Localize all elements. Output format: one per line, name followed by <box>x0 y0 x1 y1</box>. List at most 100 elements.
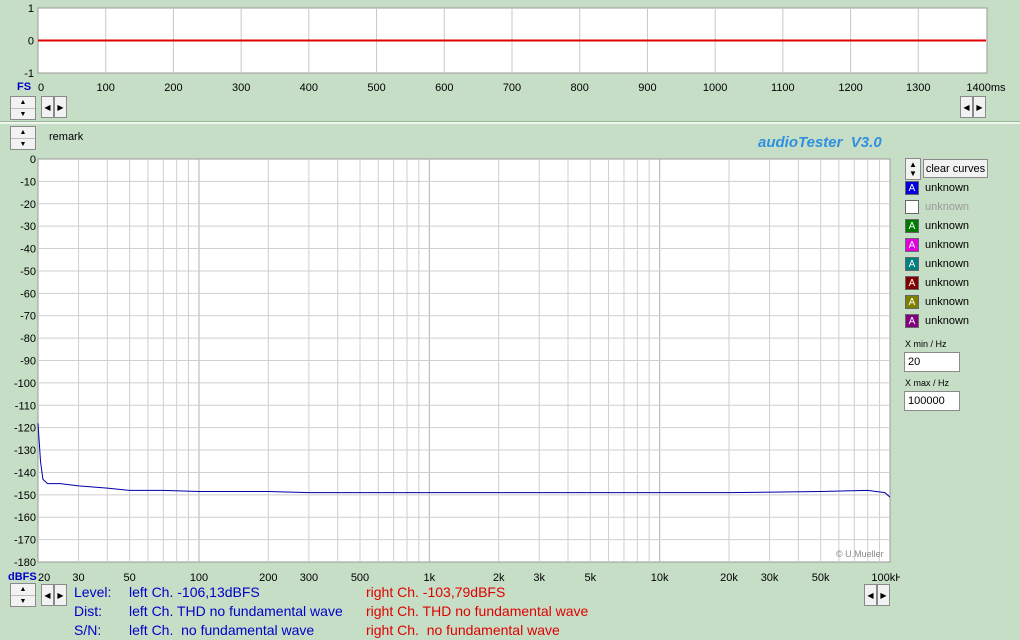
curve-color-swatch[interactable]: A <box>905 295 919 309</box>
spin-down-icon[interactable]: ▼ <box>11 595 35 607</box>
curve-color-swatch[interactable]: A <box>905 219 919 233</box>
legend-label: unknown <box>925 315 970 327</box>
curve-color-swatch[interactable]: A <box>905 238 919 252</box>
curve-letter-icon: A <box>908 239 916 251</box>
top-scroll-left-button[interactable]: ◀ <box>41 96 54 118</box>
spectrum-right-scroll-left-button[interactable]: ◀ <box>864 584 877 606</box>
xmax-label: X max / Hz <box>905 378 950 388</box>
legend-label: unknown <box>925 220 970 232</box>
curve-color-swatch[interactable] <box>905 200 919 214</box>
time-x-tick: 300 <box>232 82 250 94</box>
spectrum-y-zoom-spinner[interactable]: ▲ ▼ <box>10 583 36 607</box>
spectrum-x-tick: 30k <box>761 572 779 584</box>
top-right-scroll-left-button[interactable]: ◀ <box>960 96 973 118</box>
curve-letter-icon: A <box>908 277 916 289</box>
spectrum-x-tick: 100 <box>190 572 208 584</box>
top-right-scroll-right-button[interactable]: ▶ <box>973 96 986 118</box>
time-x-tick: 800 <box>571 82 589 94</box>
time-x-tick: 1300 <box>906 82 930 94</box>
spectrum-y-tick: -10 <box>20 176 36 188</box>
time-y-tick: -1 <box>24 68 34 80</box>
legend-label: unknown <box>925 277 970 289</box>
spectrum-y-tick: -180 <box>14 557 36 569</box>
level-right-value: right Ch. -103,79dBFS <box>366 584 506 600</box>
spectrum-y-tick: -60 <box>20 288 36 300</box>
legend-scroll-button[interactable]: ▲ ▼ <box>905 158 921 180</box>
spectrum-x-tick: 20k <box>720 572 738 584</box>
curve-color-swatch[interactable]: A <box>905 257 919 271</box>
legend-item[interactable]: Aunknown <box>905 218 969 234</box>
legend-item[interactable]: unknown <box>905 199 969 215</box>
spectrum-y-tick: -20 <box>20 199 36 211</box>
spin-up-icon[interactable]: ▲ <box>11 584 35 595</box>
legend-item[interactable]: Aunknown <box>905 256 969 272</box>
spectrum-x-tick: 100kHz <box>871 572 900 584</box>
time-x-tick-labels: 0 100 200 300 400 500 600 700 800 900 1000 1100 1200… <box>38 82 1006 94</box>
legend-item[interactable]: Aunknown <box>905 294 969 310</box>
spectrum-y-tick: -90 <box>20 356 36 368</box>
curve-color-swatch[interactable]: A <box>905 181 919 195</box>
legend-item[interactable]: Aunknown <box>905 313 969 329</box>
spectrum-y-tick: -80 <box>20 333 36 345</box>
spectrum-x-tick: 1k <box>424 572 436 584</box>
fs-unit-label: FS <box>17 81 31 93</box>
dist-right-value: right Ch. THD no fundamental wave <box>366 603 589 619</box>
legend-label: unknown <box>925 201 970 213</box>
panel-divider <box>0 121 1020 124</box>
spectrum-right-scroll-right-button[interactable]: ▶ <box>877 584 890 606</box>
spectrum-scroll-left-button[interactable]: ◀ <box>41 584 54 606</box>
spectrum-x-tick: 20 <box>38 572 50 584</box>
time-x-tick: 600 <box>435 82 453 94</box>
spectrum-y-tick: -40 <box>20 244 36 256</box>
legend-label: unknown <box>925 182 970 194</box>
time-x-tick: 100 <box>97 82 115 94</box>
spin-up-icon[interactable]: ▲ <box>11 97 35 108</box>
level-left-value: left Ch. -106,13dBFS <box>129 584 260 600</box>
curve-letter-icon: A <box>908 182 916 194</box>
time-y-tick: 0 <box>28 36 34 48</box>
copyright-label: © U.Mueller <box>836 549 884 559</box>
spectrum-x-tick: 300 <box>300 572 318 584</box>
legend-item[interactable]: Aunknown <box>905 275 969 291</box>
spectrum-y-tick: -50 <box>20 266 36 278</box>
spectrum-scroll-right-button[interactable]: ▶ <box>54 584 67 606</box>
curve-letter-icon: A <box>908 258 916 270</box>
spectrum-y-tick: -110 <box>15 400 36 412</box>
spin-down-icon[interactable]: ▼ <box>11 108 35 120</box>
legend-label: unknown <box>925 258 970 270</box>
spectrum-x-tick: 500 <box>351 572 369 584</box>
xmin-input[interactable]: 20 <box>904 352 960 372</box>
top-y-zoom-spinner[interactable]: ▲ ▼ <box>10 96 36 120</box>
spectrum-x-tick: 2k <box>493 572 505 584</box>
spectrum-y-tick: -120 <box>14 423 36 435</box>
spectrum-chart: 0 -10 -20 -30 -40 -50 -60 -70 -80 -90 -100 -110 -120… <box>8 154 900 584</box>
spectrum-y-tick: -100 <box>14 378 36 390</box>
time-x-tick: 200 <box>164 82 182 94</box>
spectrum-y-tick: -70 <box>20 311 36 323</box>
spectrum-y-tick: -170 <box>14 535 36 547</box>
remark-spinner[interactable]: ▲ ▼ <box>10 126 36 150</box>
spectrum-y-tick: -150 <box>14 490 36 502</box>
dist-left-value: left Ch. THD no fundamental wave <box>129 603 343 619</box>
spin-down-icon[interactable]: ▼ <box>11 138 35 150</box>
sn-left-value: left Ch. no fundamental wave <box>129 622 315 638</box>
time-x-tick: 700 <box>503 82 521 94</box>
legend-label: unknown <box>925 296 970 308</box>
spectrum-x-tick-labels: 20 30 50 100 200 300 500 1k 2k 3k 5k 10k 20k 30k 50k 10… <box>38 572 900 584</box>
time-x-tick: 1100 <box>771 82 795 94</box>
top-scroll-right-button[interactable]: ▶ <box>54 96 67 118</box>
legend-item[interactable]: Aunknown <box>905 180 969 196</box>
spectrum-x-tick: 50k <box>812 572 830 584</box>
spin-up-icon[interactable]: ▲ <box>11 127 35 138</box>
curve-color-swatch[interactable]: A <box>905 276 919 290</box>
remark-label: remark <box>49 131 84 143</box>
spectrum-y-tick: -130 <box>14 445 36 457</box>
dist-label: Dist: <box>74 603 102 619</box>
xmax-input[interactable]: 100000 <box>904 391 960 411</box>
spectrum-x-tick: 200 <box>259 572 277 584</box>
spectrum-y-tick: -140 <box>14 467 36 479</box>
legend-item[interactable]: Aunknown <box>905 237 969 253</box>
time-x-tick: 1200 <box>838 82 862 94</box>
clear-curves-button[interactable]: clear curves <box>923 159 988 178</box>
curve-color-swatch[interactable]: A <box>905 314 919 328</box>
